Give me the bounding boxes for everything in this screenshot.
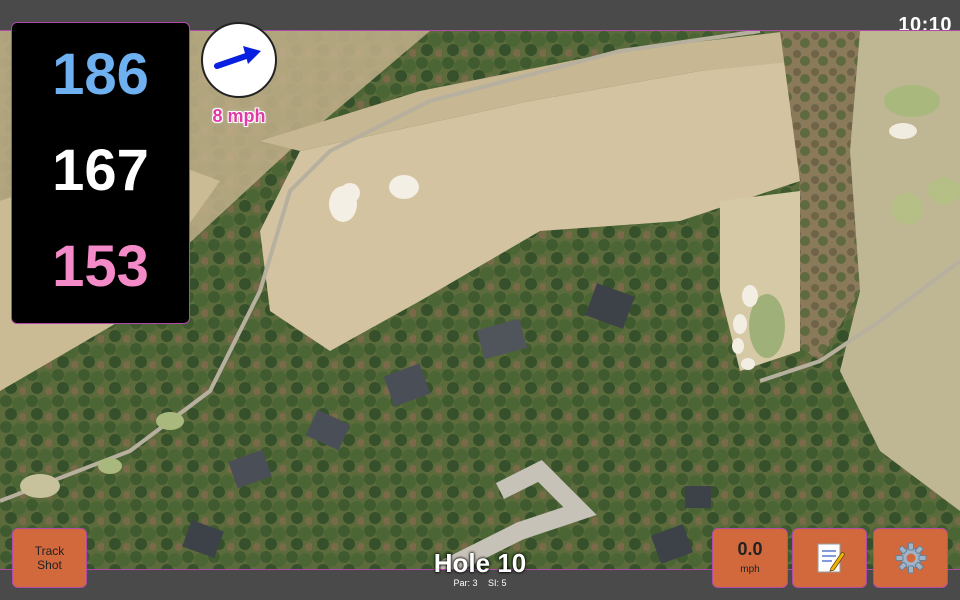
- hole-info: Par: 3 SI: 5: [380, 578, 580, 588]
- hole-stroke-index: SI: 5: [488, 578, 507, 588]
- speed-button[interactable]: 0.0 mph: [712, 528, 788, 588]
- speed-unit: mph: [740, 564, 760, 575]
- hole-title: Hole 10: [433, 548, 527, 578]
- track-shot-label: Track Shot: [34, 544, 65, 572]
- gear-icon: [895, 542, 926, 574]
- distance-front: 153: [52, 234, 149, 299]
- memo-icon: [817, 543, 845, 573]
- hole-par: Par: 3: [453, 578, 478, 588]
- track-shot-button[interactable]: Track Shot: [12, 528, 87, 588]
- distance-panel: 186 167 153: [11, 22, 190, 324]
- settings-button[interactable]: [873, 528, 948, 588]
- wind-arrow-icon: [214, 46, 261, 69]
- speed-value: 0.0: [737, 539, 763, 559]
- distance-back: 186: [52, 42, 149, 107]
- wind-indicator: [201, 22, 277, 98]
- gps-screen: 10:10 186 167 153 8 mph Track Shot Hole …: [0, 0, 960, 600]
- wind-speed: 8 mph: [212, 106, 266, 126]
- distance-middle: 167: [52, 138, 149, 203]
- notes-button[interactable]: [792, 528, 867, 588]
